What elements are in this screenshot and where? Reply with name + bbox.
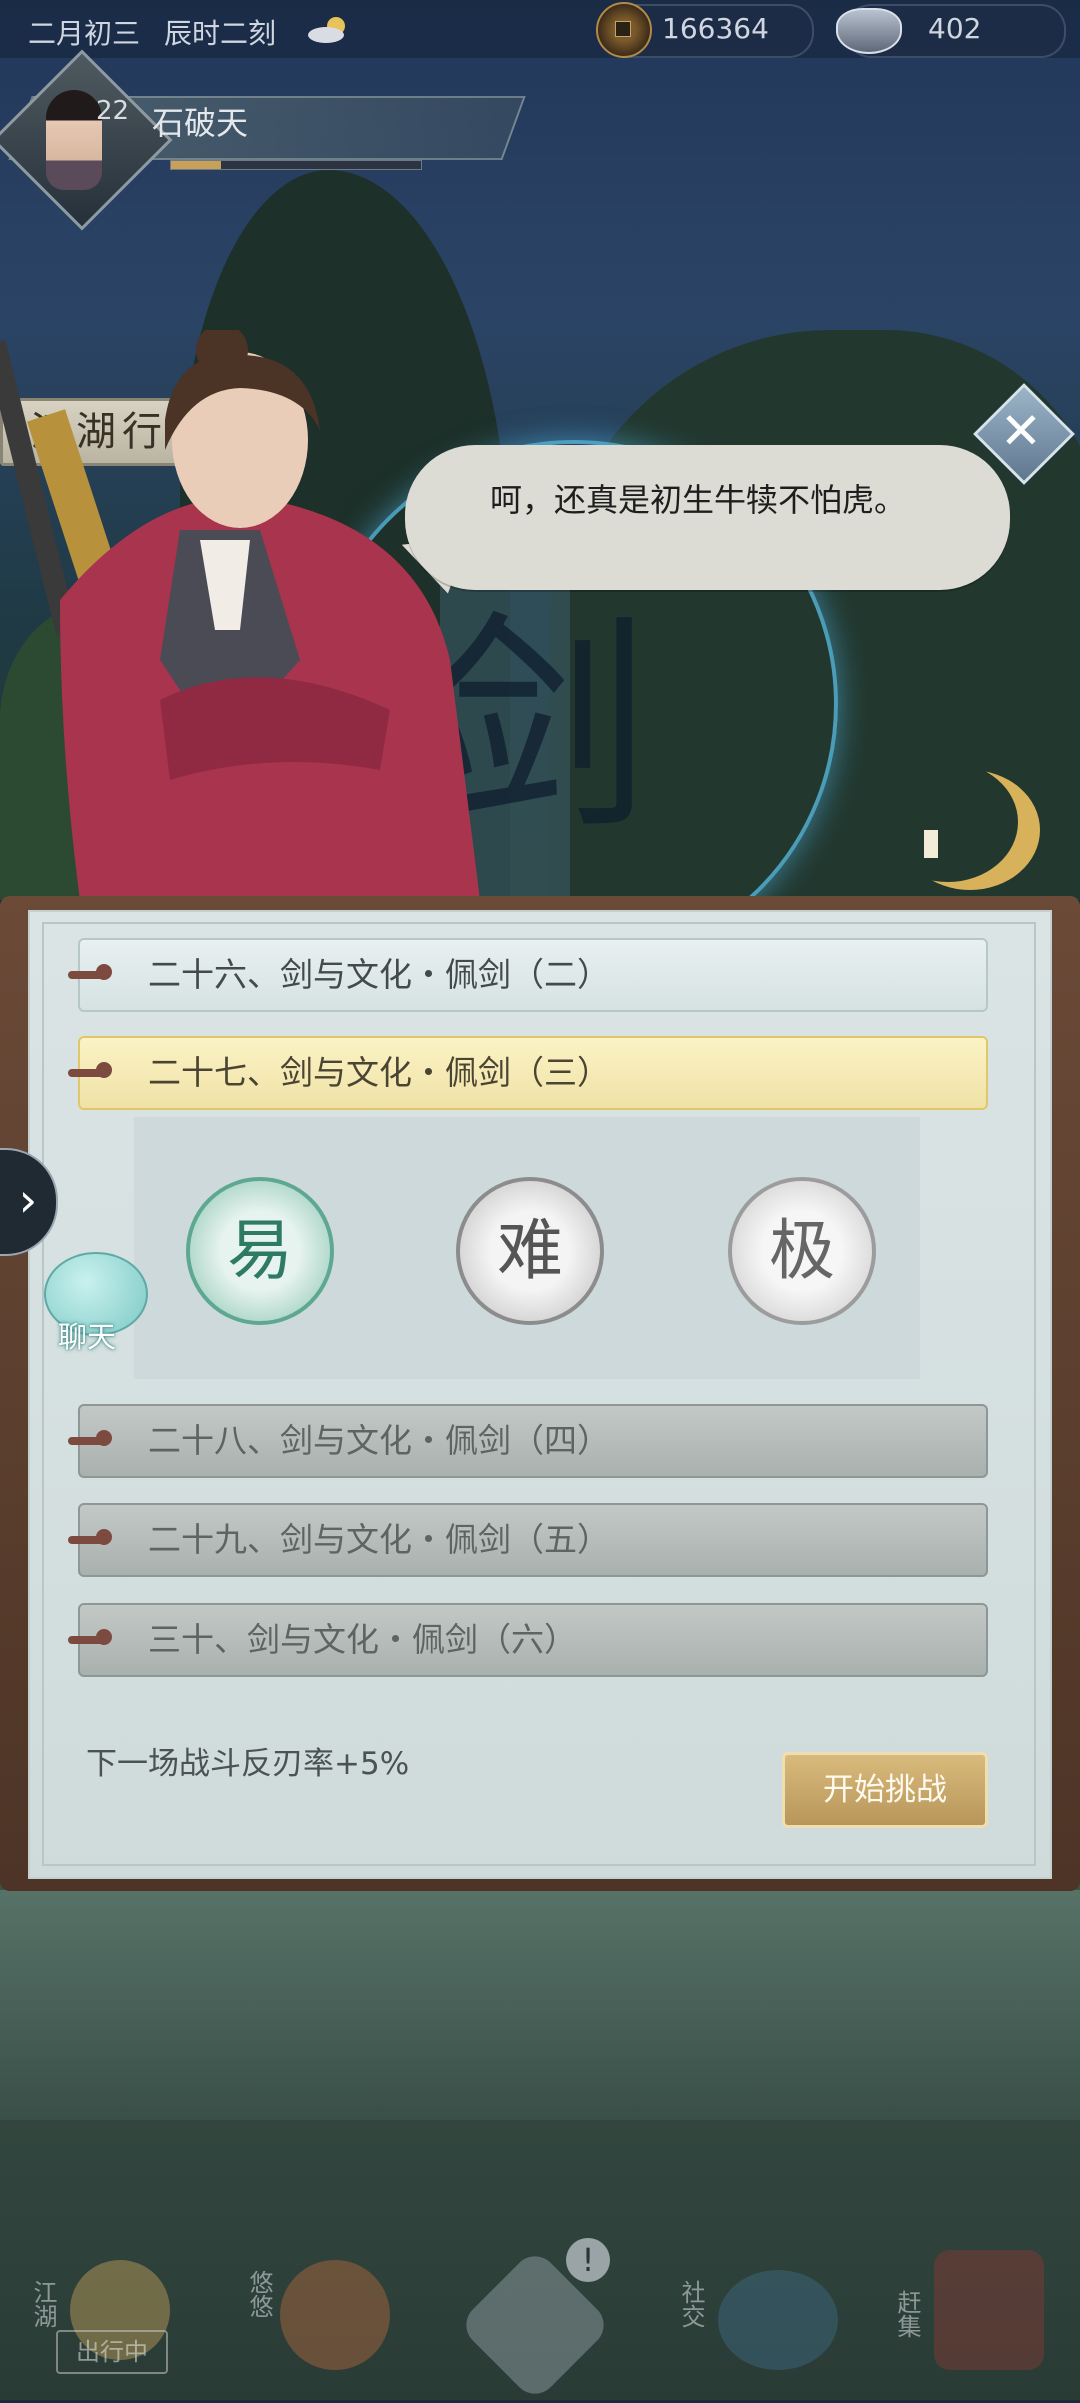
silver-ingot-value: 402 — [928, 12, 982, 45]
chapter-row-30[interactable]: 三十、剑与文化・佩剑（六） — [68, 1603, 988, 1677]
sun-cloud-icon — [306, 14, 354, 44]
nav-label: 江湖 — [29, 2280, 57, 2328]
chapter-label: 二十七、剑与文化・佩剑（三） — [148, 1053, 610, 1092]
social-icon — [718, 2270, 838, 2370]
buff-description: 下一场战斗反刃率+5% — [86, 1746, 410, 1782]
market-basket-icon — [934, 2250, 1044, 2370]
close-icon[interactable]: ✕ — [988, 398, 1054, 464]
notification-badge: ! — [566, 2238, 610, 2282]
chapter-row-27[interactable]: 二十七、剑与文化・佩剑（三） — [68, 1036, 988, 1110]
avatar-portrait — [46, 90, 102, 190]
nav-youyou[interactable]: 悠悠 — [236, 2240, 406, 2390]
pin-icon — [68, 1430, 112, 1446]
chapter-label: 二十八、剑与文化・佩剑（四） — [148, 1421, 610, 1460]
nav-label: 社交 — [677, 2280, 705, 2328]
npc-swordsman — [0, 324, 500, 900]
nav-market[interactable]: 赶集 — [884, 2240, 1064, 2390]
nav-social[interactable]: 社交 — [668, 2240, 848, 2390]
start-challenge-button[interactable]: 开始挑战 — [782, 1752, 988, 1828]
pin-icon — [68, 1529, 112, 1545]
candle-icon — [924, 830, 938, 858]
silver-ingot-icon — [836, 8, 902, 54]
chapter-row-28[interactable]: 二十八、剑与文化・佩剑（四） — [68, 1404, 988, 1478]
chapter-row-29[interactable]: 二十九、剑与文化・佩剑（五） — [68, 1503, 988, 1577]
exp-bar-fill — [171, 161, 221, 169]
chapter-label: 二十六、剑与文化・佩剑（二） — [148, 955, 610, 994]
pin-icon — [68, 1062, 112, 1078]
pin-icon — [68, 1629, 112, 1645]
player-level: 22 — [96, 96, 130, 126]
crescent-moon-ornament — [900, 770, 1040, 890]
dialog-text: 呵，还真是初生牛犊不怕虎。 — [490, 481, 907, 519]
pin-icon — [68, 964, 112, 980]
nav-label: 悠悠 — [245, 2270, 273, 2318]
nav-label: 赶集 — [893, 2290, 921, 2338]
traveling-tag: 出行中 — [56, 2330, 168, 2374]
game-time: 辰时二刻 — [164, 17, 277, 50]
copper-coin-value: 166364 — [662, 12, 769, 45]
copper-coin-icon — [596, 2, 652, 58]
bird-icon — [280, 2260, 390, 2370]
difficulty-extreme-button[interactable]: 极 — [728, 1177, 876, 1325]
chapter-row-26[interactable]: 二十六、剑与文化・佩剑（二） — [68, 938, 988, 1012]
water-reflection — [0, 1890, 1080, 2120]
difficulty-easy-button[interactable]: 易 — [186, 1177, 334, 1325]
player-name: 石破天 — [152, 104, 249, 142]
game-date: 二月初三 — [28, 17, 141, 50]
chat-label[interactable]: 聊天 — [58, 1314, 116, 1356]
chapter-label: 二十九、剑与文化・佩剑（五） — [148, 1520, 610, 1559]
difficulty-hard-button[interactable]: 难 — [456, 1177, 604, 1325]
chapter-label: 三十、剑与文化・佩剑（六） — [148, 1620, 577, 1659]
